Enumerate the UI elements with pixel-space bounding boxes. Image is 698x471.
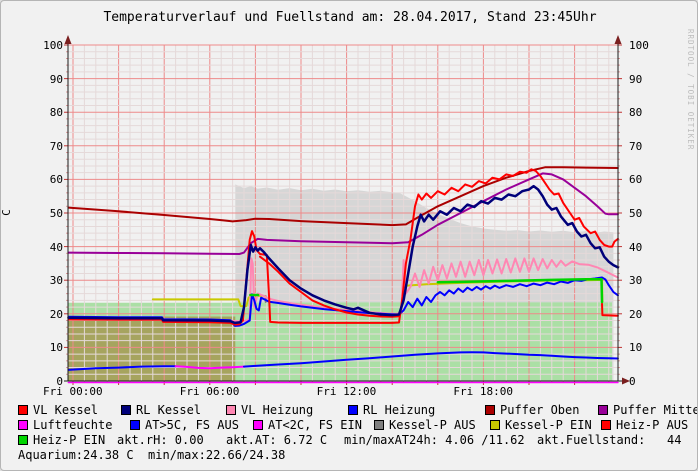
legend-swatch bbox=[18, 405, 28, 415]
rrdtool-graph-window: Temperaturverlauf und Fuellstand am: 28.… bbox=[0, 0, 698, 471]
legend-item: AT<2C, FS EIN bbox=[253, 419, 362, 432]
legend-label: AT<2C, FS EIN bbox=[268, 418, 362, 432]
legend-item: Kessel-P EIN bbox=[490, 419, 592, 432]
rrdtool-watermark: RRDTOOL / TOBI OETIKER bbox=[686, 29, 695, 150]
x-tick-label: Fri 00:00 bbox=[43, 385, 103, 398]
legend-label: RL Heizung bbox=[363, 403, 435, 417]
legend-label: Heiz-P AUS bbox=[616, 418, 688, 432]
y-tick-label-right: 20 bbox=[629, 308, 657, 321]
legend-swatch bbox=[121, 405, 131, 415]
y-tick-label-right: 0 bbox=[629, 375, 657, 388]
legend-label: VL Kessel bbox=[33, 403, 98, 417]
legend-item: akt.rH: 0.00 bbox=[117, 434, 204, 447]
legend-swatch bbox=[130, 420, 140, 430]
legend-label: Puffer Oben bbox=[500, 403, 579, 417]
legend-label: Puffer Mitte bbox=[613, 403, 698, 417]
legend-label: akt.Fuellstand: 44 bbox=[537, 433, 682, 447]
legend-item: Puffer Oben bbox=[485, 404, 579, 417]
y-tick-label-right: 30 bbox=[629, 274, 657, 287]
y-tick-label-left: 70 bbox=[35, 140, 63, 153]
legend-item: Luftfeuchte bbox=[18, 419, 112, 432]
y-tick-label-right: 50 bbox=[629, 207, 657, 220]
legend-item: Aquarium:24.38 C min/max:22.66/24.38 bbox=[18, 449, 285, 462]
chart-canvas bbox=[1, 1, 698, 471]
legend-swatch bbox=[253, 420, 263, 430]
chart-title: Temperaturverlauf und Fuellstand am: 28.… bbox=[1, 10, 698, 25]
y-tick-label-right: 40 bbox=[629, 241, 657, 254]
legend-item: Puffer Mitte bbox=[598, 404, 698, 417]
legend-item: Heiz-P AUS bbox=[601, 419, 688, 432]
y-tick-label-right: 80 bbox=[629, 106, 657, 119]
y-tick-label-right: 10 bbox=[629, 341, 657, 354]
legend-item: RL Heizung bbox=[348, 404, 435, 417]
legend-swatch bbox=[490, 420, 500, 430]
y-tick-label-left: 10 bbox=[35, 341, 63, 354]
legend-item: Kessel-P AUS bbox=[374, 419, 476, 432]
y-tick-label-left: 20 bbox=[35, 308, 63, 321]
y-tick-label-right: 90 bbox=[629, 73, 657, 86]
y-tick-label-left: 60 bbox=[35, 173, 63, 186]
legend-label: Kessel-P EIN bbox=[505, 418, 592, 432]
legend-swatch bbox=[485, 405, 495, 415]
legend-label: akt.rH: 0.00 bbox=[117, 433, 204, 447]
x-tick-label: Fri 18:00 bbox=[453, 385, 513, 398]
legend-swatch bbox=[226, 405, 236, 415]
y-tick-label-left: 100 bbox=[35, 39, 63, 52]
y-axis-unit-label: C bbox=[0, 209, 13, 216]
legend-label: akt.AT: 6.72 C bbox=[226, 433, 327, 447]
y-tick-label-right: 70 bbox=[629, 140, 657, 153]
y-tick-label-left: 30 bbox=[35, 274, 63, 287]
legend-swatch bbox=[601, 420, 611, 430]
legend-item: min/maxAT24h: 4.06 /11.62 bbox=[344, 434, 525, 447]
legend-swatch bbox=[18, 420, 28, 430]
legend-swatch bbox=[18, 435, 28, 445]
y-tick-label-left: 40 bbox=[35, 241, 63, 254]
y-tick-label-left: 90 bbox=[35, 73, 63, 86]
legend-label: AT>5C, FS AUS bbox=[145, 418, 239, 432]
y-tick-label-right: 100 bbox=[629, 39, 657, 52]
legend-item: Heiz-P EIN bbox=[18, 434, 105, 447]
legend-label: min/maxAT24h: 4.06 /11.62 bbox=[344, 433, 525, 447]
legend-swatch bbox=[348, 405, 358, 415]
legend-item: RL Kessel bbox=[121, 404, 201, 417]
y-tick-label-left: 50 bbox=[35, 207, 63, 220]
legend-item: VL Heizung bbox=[226, 404, 313, 417]
legend-label: Kessel-P AUS bbox=[389, 418, 476, 432]
axis-arrow-up bbox=[65, 35, 72, 44]
legend-label: Aquarium:24.38 C min/max:22.66/24.38 bbox=[18, 448, 285, 462]
y-tick-label-right: 60 bbox=[629, 173, 657, 186]
legend-swatch bbox=[598, 405, 608, 415]
x-tick-label: Fri 06:00 bbox=[180, 385, 240, 398]
legend-swatch bbox=[374, 420, 384, 430]
x-tick-label: Fri 12:00 bbox=[317, 385, 377, 398]
legend-label: VL Heizung bbox=[241, 403, 313, 417]
y-tick-label-left: 80 bbox=[35, 106, 63, 119]
legend-item: akt.Fuellstand: 44 bbox=[537, 434, 682, 447]
legend-item: akt.AT: 6.72 C bbox=[226, 434, 327, 447]
legend-label: Heiz-P EIN bbox=[33, 433, 105, 447]
legend-item: VL Kessel bbox=[18, 404, 98, 417]
legend-item: AT>5C, FS AUS bbox=[130, 419, 239, 432]
axis-arrow-up bbox=[615, 35, 622, 44]
legend-label: Luftfeuchte bbox=[33, 418, 112, 432]
legend-label: RL Kessel bbox=[136, 403, 201, 417]
